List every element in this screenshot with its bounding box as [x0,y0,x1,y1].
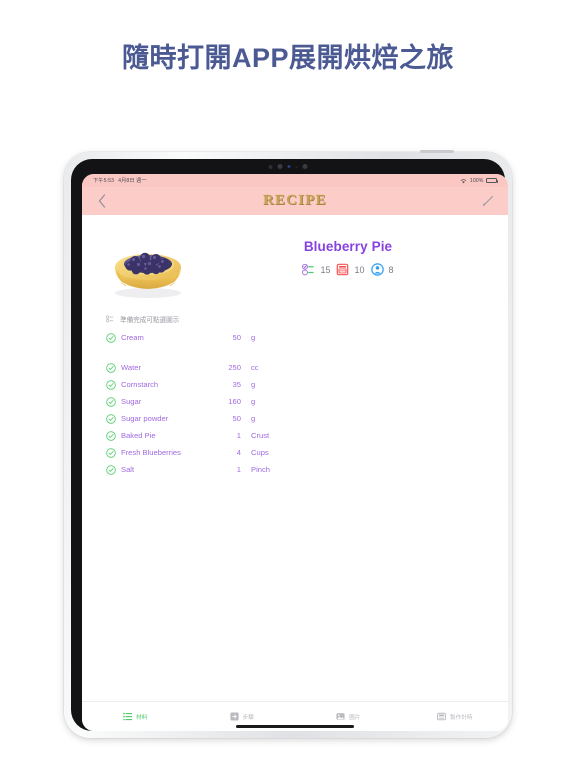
ingredient-amount: 4 [236,448,241,457]
ingredient-name: Sugar powder [121,414,169,423]
sensor-dot [268,164,273,169]
sensor-dot-tiny [295,165,298,168]
ingredient-row[interactable]: Cream 50 g [106,329,484,346]
ingredient-check-icon[interactable] [106,464,121,475]
recipe-meta-row: 15 10 8 [212,263,484,276]
ingredient-row[interactable]: Cornstarch 35 g [106,376,484,393]
ingredient-unit: Cups [251,448,269,457]
recipe-hero: Blueberry Pie 15 10 8 [82,229,508,299]
ingredient-name: Water [121,363,141,372]
ingredient-unit: g [251,380,256,389]
ingredient-amount: 250 [228,363,241,372]
ingredient-list: Cream 50 g Water 250 cc Cornstarch 35 g Sugar 160 g… [82,329,508,478]
ingredient-check-icon[interactable] [106,332,121,343]
ingredient-row[interactable]: Salt 1 Pinch [106,461,484,478]
page-headline: 隨時打開APP展開烘焙之旅 [121,43,455,73]
app-title-logo: RECIPE [263,192,327,209]
battery-percent-label: 100% [469,177,484,184]
home-indicator[interactable] [236,725,354,728]
ingredient-amount: 1 [236,431,241,440]
ios-status-bar: 下午5:53 4月8日 週一 100% [82,174,508,187]
oven-icon [336,263,349,276]
ingredient-amount: 160 [228,397,241,406]
pencil-icon [482,195,494,207]
ingredient-amount: 35 [232,380,241,389]
ingredient-row[interactable]: Water 250 cc [106,359,484,376]
app-screen: 下午5:53 4月8日 週一 100% RECIPE Blueberry Pie… [82,174,508,731]
ingredient-name: Cream [121,333,144,342]
ingredient-unit: g [251,414,256,423]
ingredient-name: Cornstarch [121,380,159,389]
ingredient-row[interactable]: Fresh Blueberries 4 Cups [106,444,484,461]
ingredient-unit: Crust [251,431,270,440]
ingredient-check-icon[interactable] [106,447,121,458]
prep-note: 準備完成可點選圖示 [82,314,508,324]
list-icon [106,315,114,323]
tab-2[interactable]: 步驟 [189,712,296,721]
tab-label: 步驟 [242,714,254,721]
tab-4[interactable]: 製作計時 [402,712,509,721]
ingredient-check-icon[interactable] [106,379,121,390]
app-nav-bar: RECIPE [82,187,508,215]
servings-value: 8 [388,264,394,275]
ingredient-check-icon[interactable] [106,396,121,407]
status-time: 下午5:53 [93,178,115,184]
recipe-content: Blueberry Pie 15 10 8 準備完成可點選圖示 Cream 50… [82,215,508,731]
timer-icon [437,712,446,721]
back-button[interactable] [94,193,110,209]
status-bar-right: 100% [460,177,498,184]
photo-icon [336,712,345,721]
bake-time-value: 10 [354,264,365,275]
ingredient-row[interactable]: Baked Pie 1 Crust [106,427,484,444]
prep-list-icon [302,263,315,276]
camera-lens-icon [277,164,283,169]
ingredient-check-icon[interactable] [106,362,121,373]
tab-label: 製作計時 [450,714,473,721]
ingredient-unit: g [251,397,256,406]
prep-note-label: 準備完成可點選圖示 [120,317,180,324]
ingredient-unit: cc [251,363,259,372]
ingredient-name: Sugar [121,397,142,406]
battery-full-icon [486,177,498,184]
tab-label: 材料 [136,714,148,721]
ingredient-name: Salt [121,465,135,474]
tab-3[interactable]: 圖片 [295,712,402,721]
ingredient-amount: 50 [232,414,241,423]
tablet-device-frame: 下午5:53 4月8日 週一 100% RECIPE Blueberry Pie… [64,149,512,738]
tab-label: 圖片 [349,714,361,721]
ingredient-amount: 50 [232,333,241,342]
prep-time-group[interactable]: 15 [302,263,330,276]
servings-group[interactable]: 8 [370,263,394,276]
ingredient-check-icon[interactable] [106,430,121,441]
servings-person-icon [370,263,384,276]
speaker-dot [302,164,308,169]
sensor-dot-blue [287,165,291,168]
ingredient-unit: g [251,333,256,342]
edit-button[interactable] [480,193,496,209]
ingredient-amount: 1 [236,465,241,474]
ingredient-name: Fresh Blueberries [121,448,181,457]
list-icon [123,712,133,721]
ingredient-row[interactable]: Sugar 160 g [106,393,484,410]
blueberry-pie-photo[interactable] [106,237,190,299]
ingredient-name: Baked Pie [121,431,156,440]
steps-arrow-icon [230,712,239,721]
front-camera-array [268,164,308,169]
ingredient-row[interactable]: Sugar powder 50 g [106,410,484,427]
recipe-info: Blueberry Pie 15 10 8 [190,229,484,276]
chevron-left-icon [98,194,106,208]
power-button[interactable] [420,149,454,153]
recipe-title: Blueberry Pie [303,239,393,254]
ingredient-check-icon[interactable] [106,413,121,424]
status-date: 4月8日 週一 [118,178,147,184]
ingredient-unit: Pinch [251,465,270,474]
device-bezel: 下午5:53 4月8日 週一 100% RECIPE Blueberry Pie… [71,159,508,731]
wifi-icon [460,178,467,184]
prep-time-value: 15 [320,264,331,275]
status-bar-left: 下午5:53 4月8日 週一 [93,177,147,184]
bake-time-group[interactable]: 10 [336,263,365,276]
tab-1[interactable]: 材料 [82,712,189,721]
